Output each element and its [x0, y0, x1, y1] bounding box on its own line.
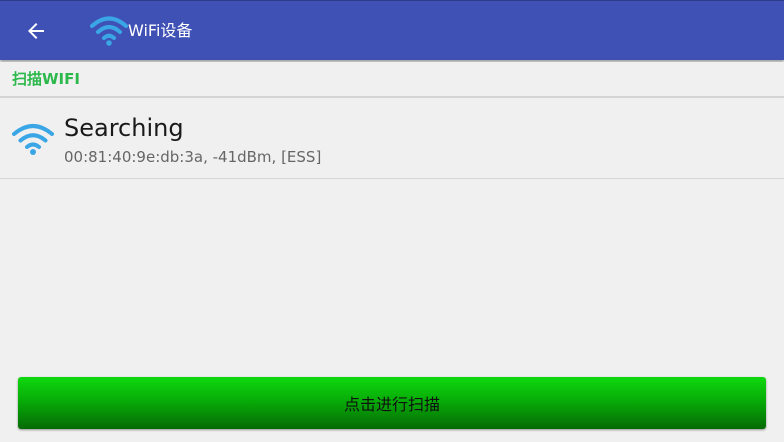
list-item[interactable]: Searching 00:81:40:9e:db:3a, -41dBm, [ES…	[0, 100, 784, 179]
section-header: 扫描WIFI	[0, 62, 784, 98]
app-title: WiFi设备	[128, 21, 193, 40]
section-title: 扫描WIFI	[12, 70, 80, 88]
app-bar: WiFi设备	[0, 0, 784, 60]
back-button[interactable]	[20, 15, 52, 47]
wifi-name: Searching	[64, 114, 184, 142]
wifi-detail: 00:81:40:9e:db:3a, -41dBm, [ESS]	[64, 148, 322, 166]
wifi-icon	[90, 16, 128, 46]
scan-button[interactable]: 点击进行扫描	[18, 377, 766, 429]
arrow-left-icon	[28, 23, 44, 39]
wifi-signal-icon	[12, 124, 54, 155]
